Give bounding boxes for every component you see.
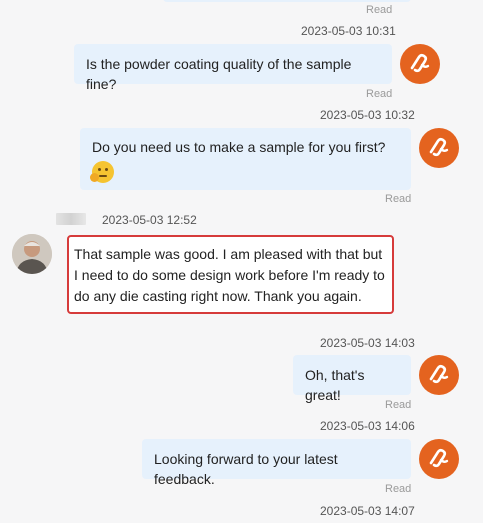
brand-avatar[interactable] (400, 44, 440, 84)
message-timestamp: 2023-05-03 14:07 (320, 504, 415, 518)
message-text-line: do any die casting right now. Thank you … (74, 288, 362, 304)
message-timestamp: 2023-05-03 14:06 (320, 419, 415, 433)
message-text: Looking forward to your latest feedback. (154, 451, 338, 487)
message-text: Is the powder coating quality of the sam… (86, 56, 352, 92)
brand-logo-icon (429, 137, 449, 157)
read-status: Read (366, 88, 393, 100)
message-text-line: That sample was good. I am pleased with … (74, 246, 383, 262)
message-timestamp: 2023-05-03 14:03 (320, 336, 415, 350)
user-avatar[interactable] (12, 234, 52, 274)
brand-avatar[interactable] (419, 439, 459, 479)
brand-logo-icon (429, 448, 449, 468)
brand-avatar[interactable] (419, 128, 459, 168)
read-status: Read (385, 193, 412, 205)
thinking-face-icon (90, 161, 114, 183)
user-photo-icon (12, 234, 52, 274)
message-bubble-partial (163, 0, 411, 2)
message-text: Do you need us to make a sample for you … (92, 139, 386, 155)
message-bubble[interactable]: Oh, that's great! (293, 355, 411, 403)
message-text: Oh, that's great! (305, 367, 365, 403)
message-timestamp: 2023-05-03 12:52 (102, 213, 197, 227)
read-status: Read (385, 483, 412, 495)
message-bubble[interactable]: Is the powder coating quality of the sam… (74, 44, 392, 92)
message-bubble[interactable]: Do you need us to make a sample for you … (80, 128, 411, 190)
brand-avatar[interactable] (419, 355, 459, 395)
message-text-line: I need to do some design work before I'm… (74, 267, 385, 283)
message-timestamp: 2023-05-03 10:31 (301, 24, 396, 38)
brand-logo-icon (429, 364, 449, 384)
sender-name-blurred (56, 213, 86, 225)
message-bubble[interactable]: Looking forward to your latest feedback. (142, 439, 411, 487)
read-status: Read (366, 4, 393, 16)
read-status: Read (385, 399, 412, 411)
brand-logo-icon (410, 53, 430, 73)
message-bubble-highlighted[interactable]: That sample was good. I am pleased with … (67, 235, 394, 314)
message-timestamp: 2023-05-03 10:32 (320, 108, 415, 122)
